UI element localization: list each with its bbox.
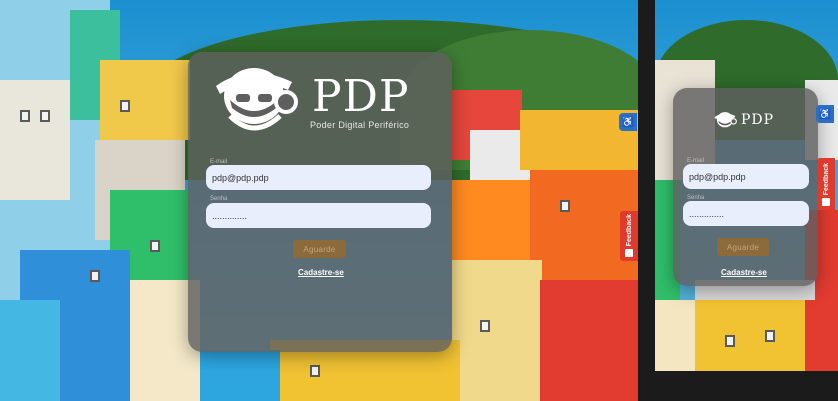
login-card-mobile: PDP E-mail Senha Aguarde Cadastre-se xyxy=(673,88,818,286)
feedback-icon xyxy=(822,198,830,206)
login-card: PDP Poder Digital Periférico E-mail Senh… xyxy=(188,52,452,352)
brand-logo-mobile: PDP xyxy=(713,110,774,130)
brand-name: PDP xyxy=(312,71,410,122)
feedback-icon xyxy=(625,249,633,257)
email-field-mobile[interactable] xyxy=(683,164,809,189)
accessibility-button[interactable]: ♿ xyxy=(619,113,637,131)
email-field[interactable] xyxy=(206,165,431,190)
feedback-label-mobile: Feedback xyxy=(822,162,830,195)
feedback-tab-mobile[interactable]: Feedback xyxy=(817,158,835,210)
brand-tagline: Poder Digital Periférico xyxy=(310,120,410,130)
feedback-tab[interactable]: Feedback xyxy=(620,211,638,261)
password-field-mobile[interactable] xyxy=(683,201,809,226)
brand-name-mobile: PDP xyxy=(741,112,775,128)
accessibility-icon: ♿ xyxy=(621,116,635,128)
signup-link-mobile[interactable]: Cadastre-se xyxy=(721,268,767,277)
feedback-label: Feedback xyxy=(625,213,633,246)
password-field[interactable] xyxy=(206,203,431,228)
accessibility-icon: ♿ xyxy=(818,108,832,120)
user-headphones-logo-icon xyxy=(714,112,737,128)
submit-button-mobile[interactable]: Aguarde xyxy=(717,238,769,256)
user-headphones-logo-icon xyxy=(216,68,298,131)
accessibility-button-mobile[interactable]: ♿ xyxy=(816,105,834,123)
signup-link[interactable]: Cadastre-se xyxy=(298,268,344,277)
submit-button[interactable]: Aguarde xyxy=(293,240,346,258)
password-label: Senha xyxy=(210,196,228,202)
